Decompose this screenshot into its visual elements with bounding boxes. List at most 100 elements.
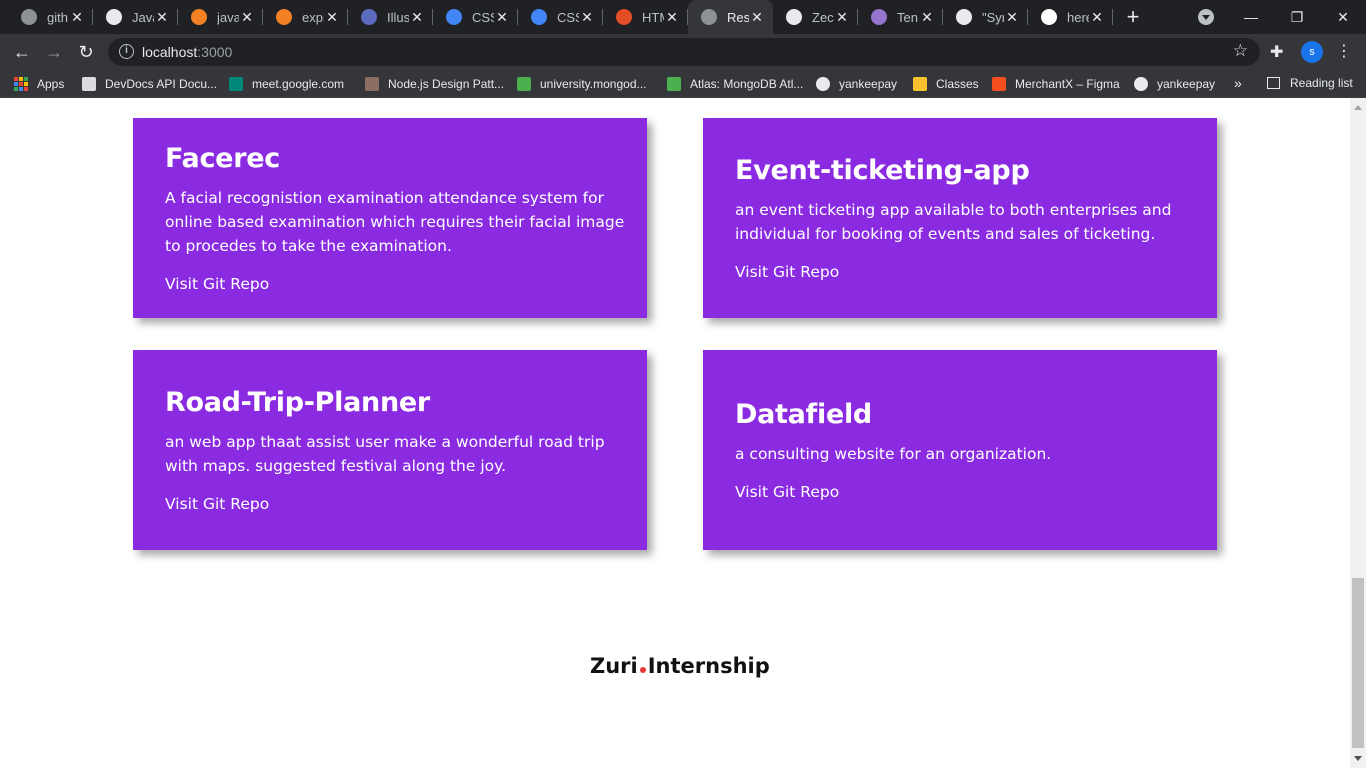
- tab-title: "Syr: [982, 9, 1004, 25]
- tab-title: Zec: [812, 9, 834, 25]
- tab-title: CSS: [557, 9, 579, 25]
- bookmark-item[interactable]: Apps: [14, 76, 64, 92]
- mongodb-leaf-icon: [667, 77, 681, 91]
- bookmark-label: Classes: [936, 77, 979, 91]
- bookmark-item[interactable]: Classes: [913, 76, 979, 92]
- globe-icon: [816, 77, 830, 91]
- browser-tab[interactable]: Res ✕: [688, 0, 773, 34]
- bookmark-label: university.mongod...: [540, 77, 647, 91]
- project-card: Datafield a consulting website for an or…: [703, 350, 1217, 550]
- bookmarks-overflow-button[interactable]: »: [1234, 75, 1242, 91]
- project-description: an web app thaat assist user make a wond…: [165, 433, 605, 475]
- browser-tab[interactable]: CSS✕: [518, 0, 603, 34]
- project-description: A facial recognistion examination attend…: [165, 189, 625, 255]
- bookmark-item[interactable]: yankeepay: [1134, 76, 1215, 92]
- bookmark-label: Node.js Design Patt...: [388, 77, 505, 91]
- close-tab-icon[interactable]: ✕: [579, 9, 595, 26]
- browser-tab[interactable]: java ✕: [178, 0, 263, 34]
- close-tab-icon[interactable]: ✕: [154, 9, 170, 26]
- git-repo-link[interactable]: Visit Git Repo: [165, 274, 647, 294]
- address-bar[interactable]: i localhost:3000 ☆: [108, 38, 1260, 66]
- zuri-internship-logo: Zuri Internship: [590, 654, 770, 678]
- reload-button[interactable]: ↻: [74, 40, 98, 64]
- close-tab-icon[interactable]: ✕: [919, 9, 935, 26]
- meet-icon: [229, 77, 243, 91]
- browser-menu-icon[interactable]: ⋮: [1336, 41, 1352, 61]
- git-repo-link[interactable]: Visit Git Repo: [735, 482, 1217, 502]
- bookmark-item[interactable]: yankeepay: [816, 76, 897, 92]
- logo-dot: [639, 667, 646, 673]
- github-icon: [106, 9, 122, 25]
- logo-right: Internship: [647, 654, 770, 678]
- project-card: Road-Trip-Planner an web app thaat assis…: [133, 350, 647, 550]
- page-scrollbar[interactable]: [1350, 98, 1366, 768]
- bookmark-item[interactable]: Atlas: MongoDB Atl...: [667, 76, 803, 92]
- project-description: an event ticketing app available to both…: [735, 201, 1172, 243]
- browser-tab[interactable]: CSS✕: [433, 0, 518, 34]
- tab-title: expr: [302, 9, 324, 25]
- html-icon: [616, 9, 632, 25]
- restore-button[interactable]: ❐: [1274, 0, 1320, 34]
- project-title: Facerec: [165, 143, 280, 174]
- back-button[interactable]: ←: [10, 40, 34, 64]
- close-tab-icon[interactable]: ✕: [749, 9, 765, 26]
- bookmark-item[interactable]: MerchantX – Figma: [992, 76, 1120, 92]
- tab-title: Java: [132, 9, 154, 25]
- browser-tab[interactable]: here✕: [1028, 0, 1113, 34]
- person-icon: [361, 9, 377, 25]
- apps-grid-icon: [14, 77, 28, 91]
- close-tab-icon[interactable]: ✕: [1004, 9, 1020, 26]
- bookmark-label: yankeepay: [839, 77, 898, 91]
- close-window-button[interactable]: ✕: [1320, 0, 1366, 34]
- site-info-icon[interactable]: i: [119, 44, 134, 59]
- classroom-icon: [913, 77, 927, 91]
- hackmd-icon: [871, 9, 887, 25]
- bookmark-label: Atlas: MongoDB Atl...: [690, 77, 804, 91]
- project-title: Event-ticketing-app: [735, 155, 1030, 186]
- bookmark-item[interactable]: university.mongod...: [517, 76, 647, 92]
- close-tab-icon[interactable]: ✕: [664, 9, 680, 26]
- css-icon: [446, 9, 462, 25]
- project-description: a consulting website for an organization…: [735, 445, 1052, 463]
- scroll-up-arrow-icon[interactable]: [1354, 105, 1362, 110]
- extensions-puzzle-icon[interactable]: ✚: [1270, 42, 1283, 62]
- browser-tab[interactable]: Illus ✕: [348, 0, 433, 34]
- bookmark-item[interactable]: DevDocs API Docu...: [82, 76, 217, 92]
- forward-button[interactable]: →: [42, 40, 66, 64]
- git-repo-link[interactable]: Visit Git Repo: [735, 262, 1217, 282]
- tab-title: Ten: [897, 9, 918, 25]
- minimize-button[interactable]: —: [1228, 0, 1274, 34]
- github-icon: [786, 9, 802, 25]
- browser-tab[interactable]: Ten ✕: [858, 0, 943, 34]
- new-tab-button[interactable]: +: [1113, 0, 1153, 34]
- browser-tab[interactable]: "Syr ✕: [943, 0, 1028, 34]
- browser-tab[interactable]: expr✕: [263, 0, 348, 34]
- close-tab-icon[interactable]: ✕: [69, 9, 85, 26]
- github-icon: [956, 9, 972, 25]
- tab-list: gith✕Java✕java✕expr✕Illus✕CSS✕CSS✕HTM✕Re…: [0, 0, 1113, 34]
- page-viewport: Facerec A facial recognistion examinatio…: [0, 98, 1350, 768]
- tab-search-icon[interactable]: [1198, 9, 1214, 25]
- bookmark-item[interactable]: meet.google.com: [229, 76, 344, 92]
- scrollbar-thumb[interactable]: [1352, 578, 1364, 748]
- browser-tab[interactable]: Java✕: [93, 0, 178, 34]
- close-tab-icon[interactable]: ✕: [1089, 9, 1105, 26]
- scroll-down-arrow-icon[interactable]: [1354, 756, 1362, 761]
- reading-list-button[interactable]: Reading list: [1267, 76, 1353, 90]
- address-url: localhost:3000: [142, 44, 233, 60]
- reading-list-icon: [1267, 77, 1280, 89]
- bookmark-star-icon[interactable]: ☆: [1233, 41, 1248, 61]
- close-tab-icon[interactable]: ✕: [834, 9, 850, 26]
- profile-avatar[interactable]: s: [1301, 41, 1323, 63]
- bookmark-item[interactable]: Node.js Design Patt...: [365, 76, 504, 92]
- bookmarks-bar: Apps DevDocs API Docu... meet.google.com No…: [0, 70, 1366, 98]
- close-tab-icon[interactable]: ✕: [324, 9, 340, 26]
- git-repo-link[interactable]: Visit Git Repo: [165, 494, 647, 514]
- browser-tab[interactable]: HTM✕: [603, 0, 688, 34]
- close-tab-icon[interactable]: ✕: [239, 9, 255, 26]
- browser-tab[interactable]: Zec ✕: [773, 0, 858, 34]
- browser-tab[interactable]: gith ✕: [8, 0, 93, 34]
- tab-title: Illus: [387, 9, 409, 25]
- close-tab-icon[interactable]: ✕: [409, 9, 425, 26]
- close-tab-icon[interactable]: ✕: [494, 9, 510, 26]
